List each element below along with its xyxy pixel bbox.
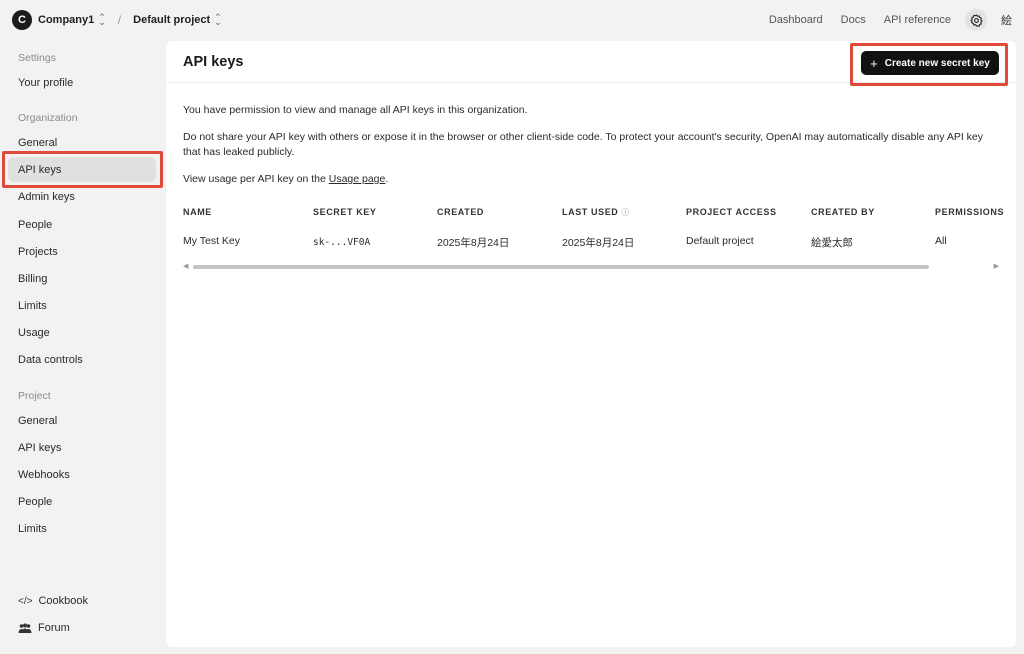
- plus-icon: +: [870, 55, 878, 71]
- sidebar-item-data-controls[interactable]: Data controls: [18, 354, 83, 366]
- sidebar-item-billing[interactable]: Billing: [18, 273, 47, 285]
- security-warning-text: Do not share your API key with others or…: [183, 131, 984, 158]
- sidebar-item-limits[interactable]: Limits: [18, 300, 47, 312]
- sidebar-item-api-keys[interactable]: API keys: [18, 164, 61, 176]
- info-icon[interactable]: ⓘ: [621, 208, 630, 217]
- permission-text: You have permission to view and manage a…: [183, 104, 528, 116]
- sidebar-item-admin-keys[interactable]: Admin keys: [18, 191, 75, 203]
- cell-secret-key: sk-...VF0A: [313, 237, 371, 248]
- cell-key-name: My Test Key: [183, 235, 240, 247]
- top-bar: C Company1 ⌃ ⌄ / Default project ⌃ ⌄ Dashb…: [0, 0, 1024, 40]
- project-switcher[interactable]: Default project ⌃ ⌄: [133, 12, 222, 27]
- scrollbar-thumb[interactable]: [193, 265, 929, 269]
- chevron-up-down-icon: ⌃ ⌄: [214, 12, 222, 27]
- gear-icon: [969, 13, 983, 27]
- column-header-project-access: PROJECT ACCESS: [686, 207, 777, 217]
- chevron-up-down-icon: ⌃ ⌄: [98, 12, 106, 27]
- nav-dashboard[interactable]: Dashboard: [769, 14, 823, 26]
- settings-button[interactable]: [965, 9, 987, 31]
- sidebar-item-project-limits[interactable]: Limits: [18, 523, 47, 535]
- horizontal-scrollbar[interactable]: ◀ ▶: [183, 262, 999, 270]
- sidebar-item-your-profile[interactable]: Your profile: [18, 77, 73, 89]
- sidebar-item-forum[interactable]: Forum: [18, 622, 70, 634]
- sidebar-item-usage[interactable]: Usage: [18, 327, 50, 339]
- sidebar: Settings Your profile Organization Gener…: [0, 40, 165, 654]
- sidebar-section-project: Project: [18, 390, 51, 402]
- cookbook-label: Cookbook: [38, 595, 89, 607]
- column-header-name: NAME: [183, 207, 212, 217]
- sidebar-item-project-general[interactable]: General: [18, 415, 57, 427]
- last-used-label: LAST USED: [562, 207, 619, 217]
- scroll-left-icon[interactable]: ◀: [183, 262, 188, 270]
- cell-permissions: All: [935, 235, 947, 247]
- nav-api-reference[interactable]: API reference: [884, 14, 951, 26]
- sidebar-item-webhooks[interactable]: Webhooks: [18, 469, 70, 481]
- usage-text: View usage per API key on the Usage page…: [183, 172, 993, 187]
- project-name: Default project: [133, 14, 211, 26]
- code-icon: </>: [18, 595, 33, 607]
- forum-label: Forum: [38, 622, 70, 634]
- org-name: Company1: [38, 14, 95, 26]
- usage-text-suffix: .: [385, 173, 389, 185]
- usage-text-prefix: View usage per API key on the: [183, 173, 329, 185]
- cell-project-access: Default project: [686, 235, 754, 247]
- people-icon: [18, 623, 32, 633]
- user-avatar[interactable]: 絵: [1001, 12, 1012, 28]
- usage-page-link[interactable]: Usage page: [329, 173, 386, 185]
- page-title: API keys: [183, 53, 244, 70]
- sidebar-section-settings: Settings: [18, 52, 56, 64]
- column-header-secret-key: SECRET KEY: [313, 207, 377, 217]
- main-panel: API keys + Create new secret key You hav…: [166, 41, 1016, 647]
- cell-created: 2025年8月24日: [437, 237, 510, 249]
- sidebar-item-people[interactable]: People: [18, 219, 52, 231]
- create-secret-key-label: Create new secret key: [884, 57, 990, 69]
- sidebar-item-project-people[interactable]: People: [18, 496, 52, 508]
- cell-created-by: 絵愛太郎: [811, 237, 853, 249]
- top-nav: Dashboard Docs API reference 絵: [751, 9, 1012, 31]
- sidebar-item-project-api-keys[interactable]: API keys: [18, 442, 61, 454]
- sidebar-item-projects[interactable]: Projects: [18, 246, 58, 258]
- column-header-created: CREATED: [437, 207, 485, 217]
- scroll-right-icon[interactable]: ▶: [994, 262, 999, 270]
- org-avatar[interactable]: C: [12, 10, 32, 30]
- nav-docs[interactable]: Docs: [841, 14, 866, 26]
- sidebar-item-cookbook[interactable]: </> Cookbook: [18, 595, 88, 607]
- org-switcher[interactable]: Company1 ⌃ ⌄: [38, 12, 106, 27]
- column-header-last-used: LAST USED ⓘ: [562, 207, 630, 218]
- sidebar-item-general[interactable]: General: [18, 137, 57, 149]
- sidebar-section-organization: Organization: [18, 112, 78, 124]
- create-secret-key-button[interactable]: + Create new secret key: [861, 51, 999, 75]
- column-header-permissions: PERMISSIONS: [935, 207, 1005, 217]
- breadcrumb-separator: /: [117, 13, 122, 27]
- cell-last-used: 2025年8月24日: [562, 237, 635, 249]
- column-header-created-by: CREATED BY: [811, 207, 875, 217]
